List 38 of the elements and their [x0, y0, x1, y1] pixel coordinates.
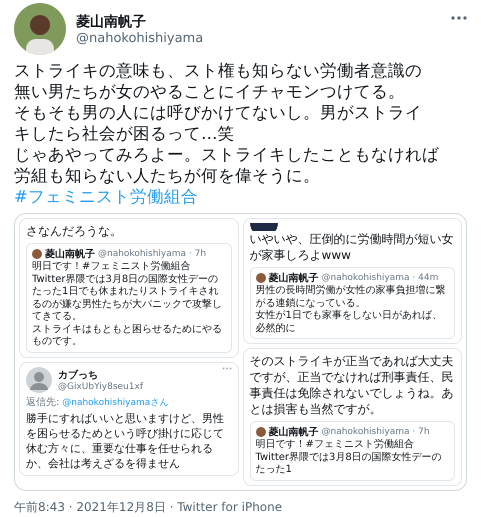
attached-image[interactable]	[14, 213, 467, 490]
post-text: そのストライキが正当であれば大丈夫ですが、正当でなければ刑事責任、民事責任は免除されないでしょうね。あとは損害も当然ですが。	[250, 353, 454, 417]
quoted-text: ストライキはもともと困らせるためにやるものです。	[32, 324, 223, 348]
avatar	[256, 427, 266, 437]
reply-author-name: カブっち	[58, 368, 99, 382]
quoted-author-meta: @nahokohishiyama · 44m	[322, 273, 438, 283]
avatar	[256, 273, 266, 283]
tweet-text-line: じゃあやってみろよー。ストライキしたこともなければ	[14, 144, 440, 165]
avatar	[14, 3, 66, 55]
tweet-text-line: キしたら社会が困るって…笑	[14, 123, 236, 144]
post-text: さなんだろうな。	[26, 223, 123, 239]
quoted-text: 男性の長時間労働が女性の家事負担増に繋がる連鎖になっている。	[256, 285, 446, 310]
quoted-author-name: 菱山南帆子	[268, 272, 318, 284]
post-text: いやいや、圧倒的に労働時間が短い女が家事しろよwww	[250, 231, 454, 263]
quoted-author-meta: @nahokohishiyama · 7h	[322, 427, 430, 437]
tweet-text-line: 無い男たちが女のやることにイチャモンつけてる。	[14, 81, 406, 102]
quoted-author-name: 菱山南帆子	[45, 248, 95, 261]
reply-to-label: 返信先:	[26, 396, 60, 408]
more-icon[interactable]	[451, 16, 467, 20]
quoted-author-meta: @nahokohishiyama · 7h	[98, 249, 206, 259]
author-handle[interactable]: @nahokohishiyama	[76, 30, 441, 46]
quoted-text: 明日です！#フェミニスト労働組合	[256, 439, 415, 452]
reply-author-handle: @GixUbYiy8seu1xf	[58, 382, 144, 392]
tweet-text-line: そもそも男の人には呼びかけてないし。男がストライ	[14, 102, 423, 123]
quoted-text: 明日です！#フェミニスト労働組合	[32, 261, 192, 274]
tweet-timestamp[interactable]: 午前8:43 · 2021年12月8日 · Twitter for iPhone	[14, 498, 467, 516]
avatar	[32, 249, 42, 259]
reply-text: 勝手にすればいいと思いますけど、男性を困らせるためという呼び掛けに応じて休む方々に、重要な仕事を任せられるか、会社は考えざるを得ません	[26, 410, 225, 470]
author-name[interactable]: 菱山南帆子	[76, 12, 441, 30]
avatar	[26, 366, 52, 392]
quoted-text: Twitter界隈では3月8日の国際女性デーのたった1	[256, 452, 443, 476]
reply-to-handle: @nahokohishiyamaさん	[62, 398, 168, 408]
quoted-text: 女性が1日でも家事をしない日があれば、必然的に	[256, 310, 443, 335]
more-icon	[222, 366, 232, 370]
tweet-text-line: 労組も知らない人たちが何を偉そうに。	[14, 165, 321, 186]
tweet-text-line: ストライキの意味も、スト権も知らない労働者意識の	[14, 60, 423, 81]
quoted-author-name: 菱山南帆子	[268, 426, 318, 439]
quoted-text: Twitter界隈では3月8日の国際女性デーのたった1日でも休まれたりストライキされるのが嫌な男性たちが大パニックで攻撃してきてる。	[32, 274, 223, 324]
